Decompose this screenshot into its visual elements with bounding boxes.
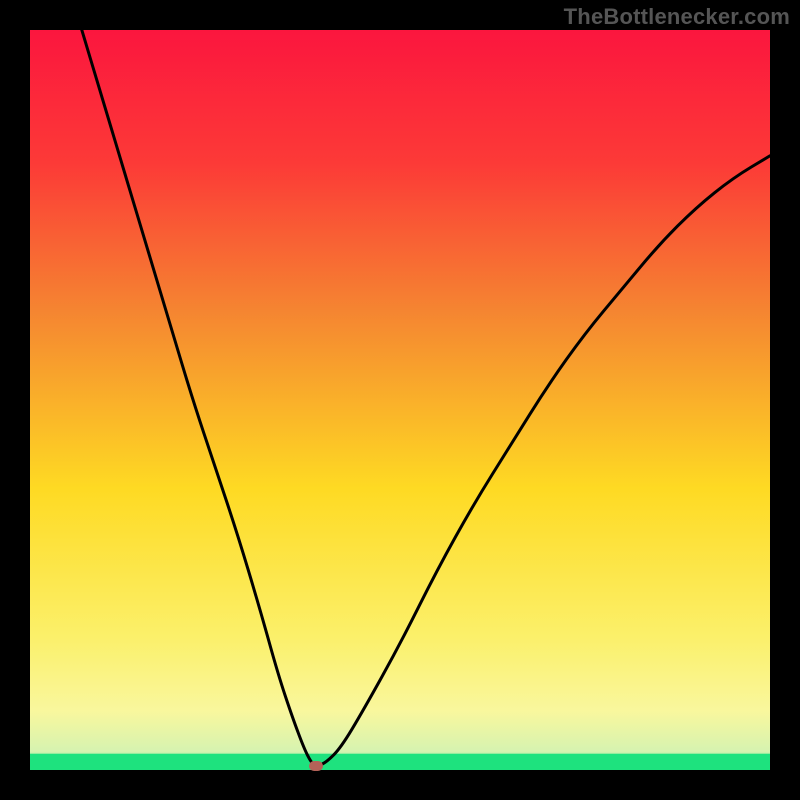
minimum-marker [309, 761, 323, 771]
chart-frame: TheBottlenecker.com [0, 0, 800, 800]
plot-svg [30, 30, 770, 770]
plot-area [30, 30, 770, 770]
watermark-text: TheBottlenecker.com [564, 4, 790, 30]
